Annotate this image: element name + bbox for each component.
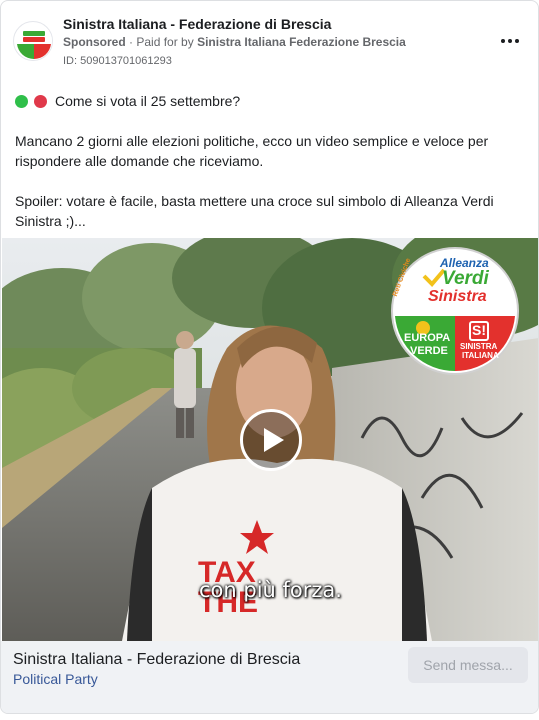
post-line-1: Come si vota il 25 settembre? bbox=[15, 91, 498, 111]
footer-page-category: Political Party bbox=[13, 671, 98, 687]
ad-id: ID: 509013701061293 bbox=[63, 55, 172, 67]
post-line-2: Mancano 2 giorni alle elezioni politiche… bbox=[15, 133, 489, 169]
play-button[interactable] bbox=[240, 409, 302, 471]
badge-verdi: Verdi bbox=[442, 268, 489, 289]
badge-verde: VERDE bbox=[410, 345, 448, 357]
post-line-1-text: Come si vota il 25 settembre? bbox=[55, 93, 241, 109]
badge-italiana-small: ITALIANA bbox=[462, 351, 499, 360]
paid-for-prefix: · Paid for by bbox=[129, 35, 194, 49]
post-line-3: Spoiler: votare è facile, basta mettere … bbox=[15, 193, 494, 229]
video-subtitle: con più forza. bbox=[199, 578, 342, 602]
more-options-icon[interactable] bbox=[498, 33, 522, 49]
page-avatar[interactable] bbox=[13, 21, 53, 61]
avs-badge: Reti Civiche Alleanza Verdi Sinistra EUR… bbox=[390, 246, 520, 376]
sponsor-line: Sponsored · Paid for by Sinistra Italian… bbox=[63, 35, 406, 49]
sponsored-label: Sponsored bbox=[63, 35, 126, 49]
ad-card: Sinistra Italiana - Federazione di Bresc… bbox=[0, 0, 539, 714]
green-circle-icon bbox=[15, 94, 28, 108]
video-player[interactable]: TAX THE Reti Civiche Alleanza Verdi Sini… bbox=[2, 238, 538, 641]
post-header: Sinistra Italiana - Federazione di Bresc… bbox=[13, 13, 526, 73]
red-circle-icon bbox=[34, 94, 47, 108]
badge-europa: EUROPA bbox=[404, 332, 451, 344]
badge-sinistra-small: SINISTRA bbox=[460, 342, 498, 351]
avs-logo-icon bbox=[15, 23, 52, 60]
send-message-button[interactable]: Send messa... bbox=[408, 647, 528, 683]
play-icon bbox=[264, 428, 284, 452]
ad-footer: Sinistra Italiana - Federazione di Bresc… bbox=[1, 641, 538, 713]
footer-page-name[interactable]: Sinistra Italiana - Federazione di Bresc… bbox=[13, 651, 300, 669]
badge-sinistra: Sinistra bbox=[428, 288, 487, 305]
paid-for-by-link[interactable]: Sinistra Italiana Federazione Brescia bbox=[197, 35, 406, 49]
badge-si-logo: S! bbox=[472, 322, 486, 338]
page-name-link[interactable]: Sinistra Italiana - Federazione di Bresc… bbox=[63, 16, 331, 32]
